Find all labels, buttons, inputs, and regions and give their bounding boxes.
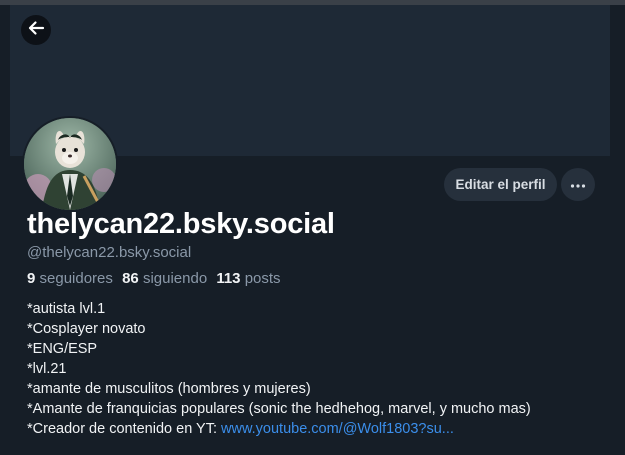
bio-line: *lvl.21 <box>27 361 67 377</box>
bio-line: *amante de musculitos (hombres y mujeres… <box>27 381 311 397</box>
following-link[interactable]: 86 siguiendo <box>122 270 207 287</box>
bio-line: *Amante de franquicias populares (sonic … <box>27 401 531 417</box>
arrow-left-icon <box>26 18 46 43</box>
edit-profile-button[interactable]: Editar el perfil <box>444 168 557 201</box>
profile-handle: @thelycan22.bsky.social <box>27 244 192 261</box>
bio-youtube-prefix: *Creador de contenido en YT: <box>27 421 222 437</box>
back-button[interactable] <box>21 15 51 45</box>
posts-count: 113 <box>216 270 241 287</box>
following-count: 86 <box>122 270 139 287</box>
profile-bio: *autista lvl.1 *Cosplayer novato *ENG/ES… <box>27 299 531 439</box>
posts-label: posts <box>244 270 281 287</box>
avatar[interactable] <box>22 116 118 212</box>
bio-line: *ENG/ESP <box>27 341 98 357</box>
followers-count: 9 <box>27 270 36 287</box>
followers-link[interactable]: 9 seguidores <box>27 270 113 287</box>
display-name: thelycan22.bsky.social <box>27 208 335 240</box>
posts-stat: 113 posts <box>216 270 280 287</box>
bio-line: *autista lvl.1 <box>27 301 106 317</box>
more-options-button[interactable] <box>561 168 595 201</box>
bio-line-youtube: *Creador de contenido en YT: www.youtube… <box>27 419 531 439</box>
bio-line: *Cosplayer novato <box>27 321 146 337</box>
profile-stats: 9 seguidores 86 siguiendo 113 posts <box>27 270 286 287</box>
following-label: siguiendo <box>142 270 208 287</box>
youtube-link[interactable]: www.youtube.com/@Wolf1803?su... <box>221 421 454 437</box>
ellipsis-icon <box>570 176 586 194</box>
followers-label: seguidores <box>39 270 113 287</box>
